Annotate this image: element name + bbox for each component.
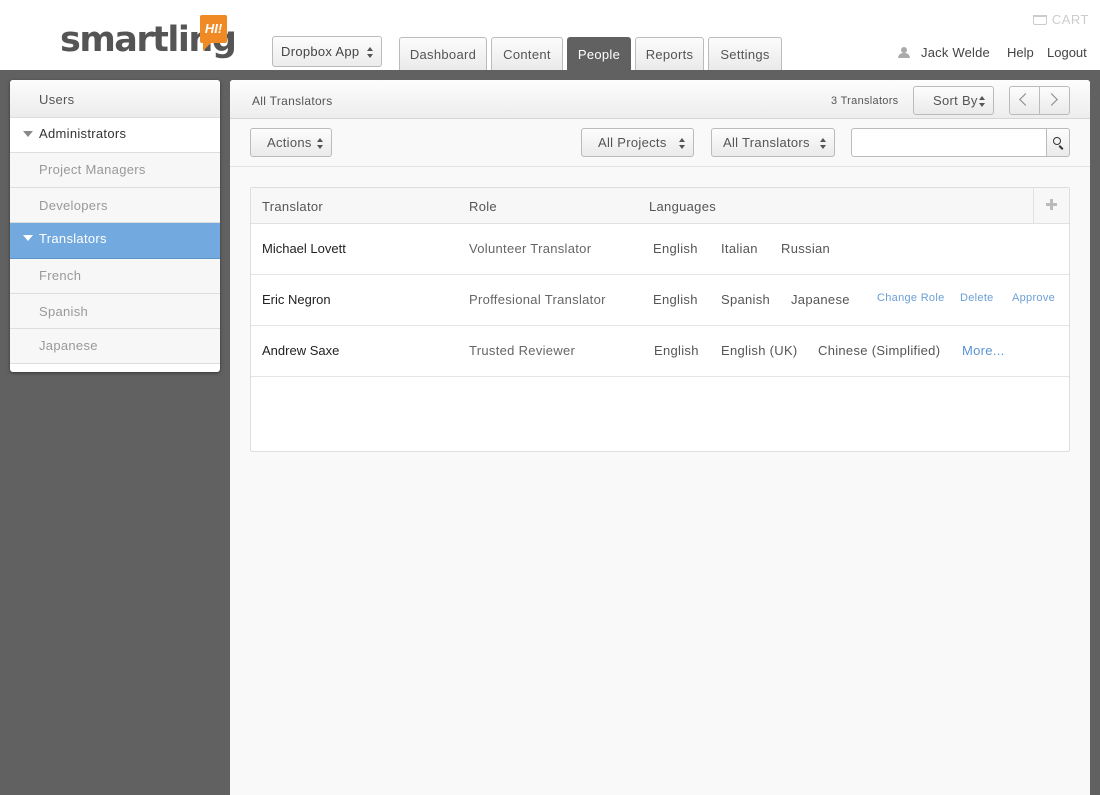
app-select-label: Dropbox App (281, 44, 360, 59)
translator-role: Trusted Reviewer (469, 343, 576, 358)
sidebar-item-project-managers[interactable]: Project Managers (10, 153, 220, 188)
select-arrows-icon (820, 138, 826, 149)
language-tag: English (UK) (721, 343, 798, 358)
expand-triangle-icon (23, 131, 33, 137)
user-icon (898, 47, 910, 58)
table-row[interactable]: Eric Negron Proffesional Translator Engl… (251, 275, 1069, 326)
sidebar-item-translators[interactable]: Translators (10, 223, 220, 259)
projects-filter-label: All Projects (598, 135, 667, 150)
translator-name[interactable]: Eric Negron (262, 292, 331, 307)
more-languages-link[interactable]: More... (962, 343, 1005, 358)
select-arrows-icon (317, 138, 323, 149)
translators-filter-label: All Translators (723, 135, 810, 150)
user-name: Jack Welde (921, 45, 990, 60)
prev-page-button[interactable] (1010, 87, 1039, 114)
sidebar-item-label: Translators (39, 231, 107, 246)
tab-reports[interactable]: Reports (635, 37, 704, 70)
language-tag: English (653, 292, 698, 307)
actions-label: Actions (267, 135, 312, 150)
help-link[interactable]: Help (1007, 45, 1034, 60)
cart-icon (1032, 15, 1047, 25)
sidebar-item-japanese[interactable]: Japanese (10, 329, 220, 364)
table-header: Translator Role Languages (251, 188, 1069, 224)
select-arrows-icon (979, 96, 985, 107)
logout-link[interactable]: Logout (1047, 45, 1087, 60)
filter-toolbar: Actions All Projects All Translators (230, 119, 1090, 167)
language-tag: Spanish (721, 292, 771, 307)
language-tag: Japanese (791, 292, 850, 307)
tab-content[interactable]: Content (491, 37, 563, 70)
table-row[interactable]: Michael Lovett Volunteer Translator Engl… (251, 224, 1069, 275)
cart-label: CART (1051, 12, 1089, 27)
language-tag: English (654, 343, 699, 358)
column-header-translator[interactable]: Translator (262, 199, 323, 214)
expand-triangle-icon (23, 235, 33, 241)
tab-dashboard[interactable]: Dashboard (399, 37, 487, 70)
select-arrows-icon (367, 47, 373, 58)
search-input[interactable] (851, 128, 1047, 157)
search-icon (1053, 137, 1061, 145)
actions-select[interactable]: Actions (250, 128, 332, 157)
app-select[interactable]: Dropbox App (272, 36, 382, 67)
translator-name[interactable]: Michael Lovett (262, 241, 346, 256)
column-header-role[interactable]: Role (469, 199, 497, 214)
language-tag: Russian (781, 241, 831, 256)
main-tabs: Dashboard Content People Reports Setting… (399, 37, 782, 70)
sidebar-item-developers[interactable]: Developers (10, 188, 220, 223)
translators-table: Translator Role Languages Michael Lovett… (250, 187, 1070, 452)
sidebar-item-users[interactable]: Users (10, 80, 220, 118)
sidebar: Users Administrators Project Managers De… (10, 80, 220, 372)
sidebar-item-spanish[interactable]: Spanish (10, 294, 220, 329)
sort-by-label: Sort By (933, 93, 978, 108)
main-panel: All Translators 3 Translators Sort By Ac… (230, 80, 1090, 795)
translators-filter-select[interactable]: All Translators (711, 128, 835, 157)
tab-settings[interactable]: Settings (708, 37, 782, 70)
sidebar-item-administrators[interactable]: Administrators (10, 118, 220, 153)
panel-header: All Translators 3 Translators Sort By (230, 80, 1090, 119)
sort-by-select[interactable]: Sort By (913, 86, 994, 115)
translator-count: 3 Translators (831, 95, 899, 107)
language-tag: English (653, 241, 698, 256)
column-header-languages[interactable]: Languages (649, 199, 716, 214)
add-column-button[interactable] (1033, 188, 1069, 224)
language-tag: Chinese (Simplified) (818, 343, 941, 358)
chevron-right-icon (1045, 93, 1059, 106)
logo-bubble: HI! (200, 15, 227, 51)
pager (1009, 86, 1070, 115)
change-role-link[interactable]: Change Role (877, 292, 945, 304)
language-tag: Italian (721, 241, 758, 256)
translator-role: Volunteer Translator (469, 241, 592, 256)
next-page-button[interactable] (1039, 87, 1069, 114)
cart-link[interactable]: CART (1032, 12, 1089, 27)
tab-people[interactable]: People (567, 37, 631, 70)
user-menu[interactable]: Jack Welde (898, 45, 990, 60)
top-header: smartling HI! Dropbox App Dashboard Cont… (0, 0, 1100, 70)
approve-link[interactable]: Approve (1012, 292, 1055, 304)
projects-filter-select[interactable]: All Projects (581, 128, 694, 157)
table-row[interactable]: Andrew Saxe Trusted Reviewer English Eng… (251, 326, 1069, 377)
chevron-left-icon (1019, 93, 1032, 106)
search-button[interactable] (1046, 128, 1070, 157)
translator-name[interactable]: Andrew Saxe (262, 343, 339, 358)
select-arrows-icon (679, 138, 685, 149)
page-title: All Translators (252, 94, 333, 108)
plus-icon (1046, 199, 1057, 210)
delete-link[interactable]: Delete (960, 292, 994, 304)
translator-role: Proffesional Translator (469, 292, 606, 307)
sidebar-item-french[interactable]: French (10, 259, 220, 294)
sidebar-item-label: Administrators (39, 126, 127, 141)
